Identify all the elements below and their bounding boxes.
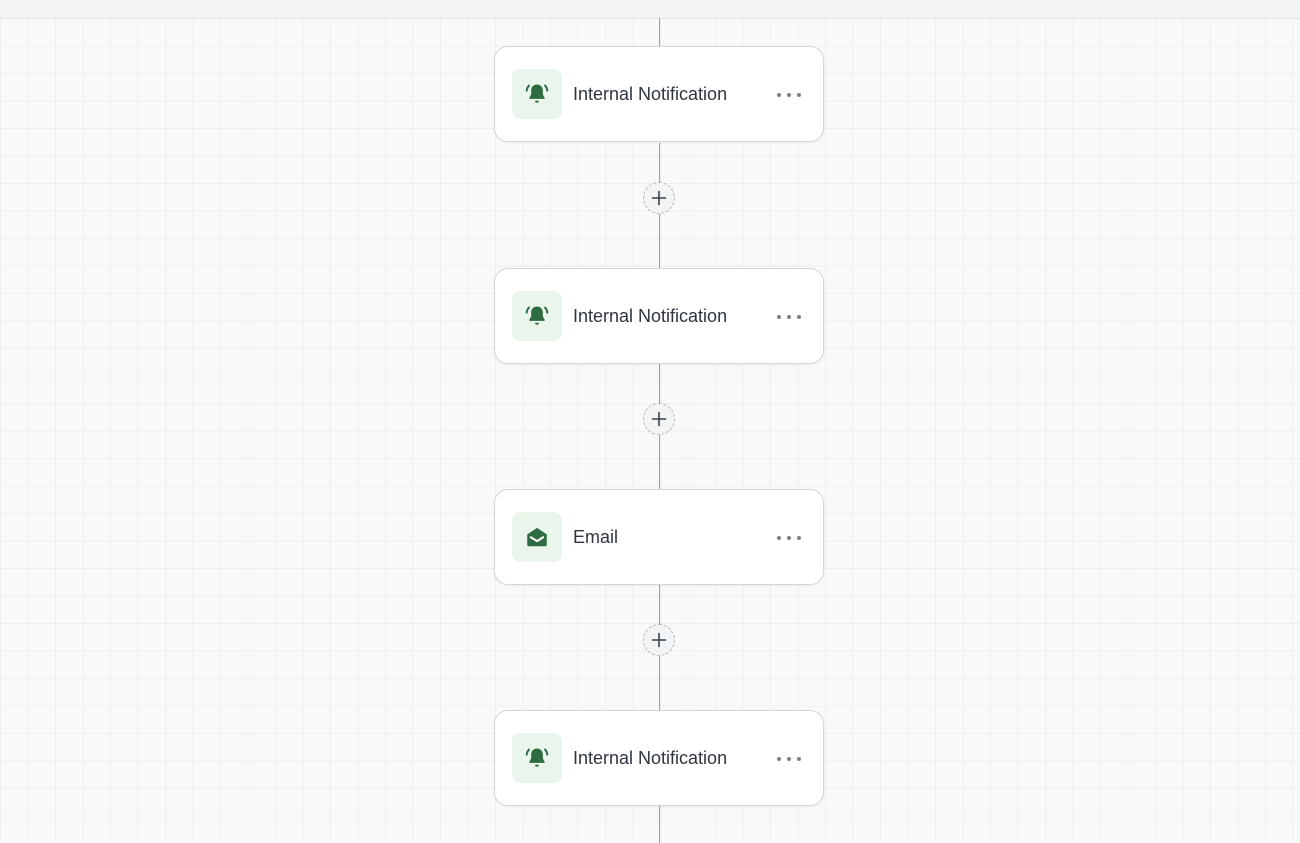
connector-line (658, 18, 660, 47)
connector-line (658, 585, 660, 624)
node-title: Email (573, 527, 619, 547)
add-step-button[interactable] (643, 182, 675, 214)
add-step-button[interactable] (643, 403, 675, 435)
node-title: Internal Notification (573, 306, 728, 326)
connector-line (658, 806, 660, 843)
node-title: Internal Notification (573, 84, 728, 104)
connector-line (658, 435, 660, 490)
connector-line (658, 656, 660, 711)
workflow-node-internal-notification[interactable]: Internal Notification (494, 710, 824, 806)
plus-icon (651, 190, 667, 206)
workflow-canvas[interactable]: Internal Notification Internal Notificat… (0, 0, 1300, 843)
workflow-node-internal-notification[interactable]: Internal Notification (494, 268, 824, 364)
workflow-node-internal-notification[interactable]: Internal Notification (494, 46, 824, 142)
bell-ringing-icon (512, 69, 562, 119)
bell-ringing-icon (512, 291, 562, 341)
more-horizontal-icon[interactable] (777, 528, 801, 548)
canvas-top-bar (0, 0, 1300, 19)
connector-line (658, 143, 660, 182)
plus-icon (651, 411, 667, 427)
bell-ringing-icon (512, 733, 562, 783)
plus-icon (651, 632, 667, 648)
connector-line (658, 364, 660, 403)
node-title: Internal Notification (573, 748, 728, 768)
more-horizontal-icon[interactable] (777, 749, 801, 769)
add-step-button[interactable] (643, 624, 675, 656)
envelope-open-icon (512, 512, 562, 562)
more-horizontal-icon[interactable] (777, 307, 801, 327)
connector-line (658, 214, 660, 269)
workflow-node-email[interactable]: Email (494, 489, 824, 585)
more-horizontal-icon[interactable] (777, 85, 801, 105)
